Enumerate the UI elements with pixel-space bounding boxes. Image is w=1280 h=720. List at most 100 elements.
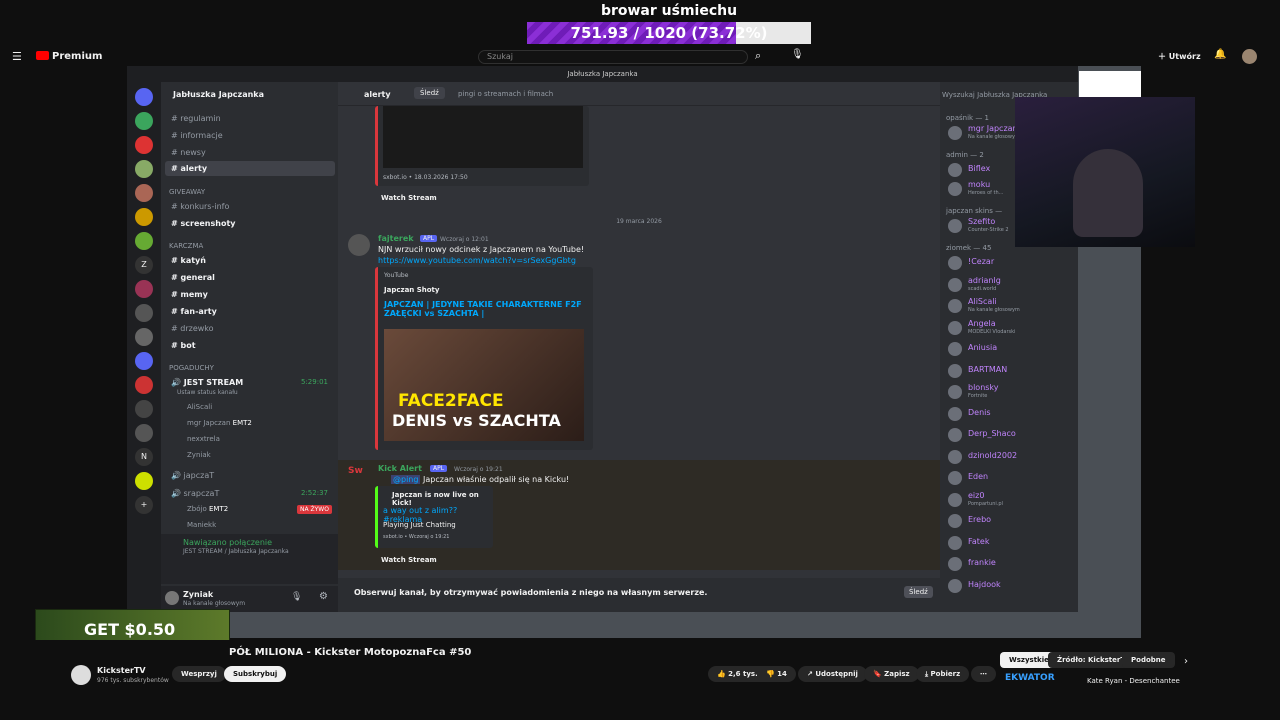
watch-stream-button[interactable]: Watch Stream xyxy=(381,194,437,202)
more-button[interactable]: ⋯ xyxy=(971,666,996,682)
category-karczma[interactable]: KARCZMA xyxy=(169,242,203,250)
channel-bot[interactable]: # bot xyxy=(171,341,196,350)
search-icon[interactable]: ⌕ xyxy=(755,49,761,63)
member-name[interactable]: Fatek xyxy=(968,537,989,546)
voice-channel-jest-stream[interactable]: 🔊 JEST STREAM xyxy=(171,378,243,387)
channel-screenshoty[interactable]: # screenshoty xyxy=(171,219,236,228)
embed-author[interactable]: Japczan Shoty xyxy=(384,286,439,294)
avatar[interactable] xyxy=(948,342,962,356)
bell-icon[interactable]: 🔔 xyxy=(1214,49,1226,60)
voice-user[interactable]: nexxtrela xyxy=(187,435,220,443)
channel-fan-arty[interactable]: # fan-arty xyxy=(171,307,217,316)
avatar[interactable] xyxy=(948,449,962,464)
voice-user[interactable]: Zbójo EMT2 xyxy=(187,505,228,513)
channel-general[interactable]: # general xyxy=(171,273,215,282)
avatar[interactable] xyxy=(1242,49,1257,64)
mic-icon[interactable]: 🎙 xyxy=(791,49,804,60)
avatar[interactable] xyxy=(948,385,962,399)
avatar[interactable] xyxy=(948,428,962,442)
voice-user[interactable]: mgr Japczan EMT2 xyxy=(187,419,252,427)
embed-image[interactable] xyxy=(383,106,583,168)
member-name[interactable]: Aniusia xyxy=(968,343,997,352)
avatar[interactable] xyxy=(948,299,962,313)
follow-button[interactable]: Śledź xyxy=(414,87,445,99)
avatar[interactable] xyxy=(948,406,962,421)
avatar[interactable] xyxy=(948,578,962,593)
share-button[interactable]: ↗ Udostępnij xyxy=(798,666,867,682)
create-button[interactable]: ＋ Utwórz xyxy=(1158,51,1201,62)
connection-status[interactable]: Nawiązano połączenie xyxy=(183,538,272,547)
embed-title[interactable]: JAPCZAN | JEDYNE TAKIE CHARAKTERNE F2F Z… xyxy=(384,300,584,318)
server-icon[interactable] xyxy=(135,376,153,394)
avatar[interactable] xyxy=(948,363,962,378)
mic-icon[interactable]: 🎙 xyxy=(291,592,302,602)
server-icon[interactable] xyxy=(135,328,153,346)
server-icon[interactable]: Z xyxy=(135,256,153,274)
message-link[interactable]: https://www.youtube.com/watch?v=srSexGgG… xyxy=(378,256,576,265)
member-name[interactable]: adrianlg xyxy=(968,276,1001,285)
server-icon[interactable] xyxy=(135,112,153,130)
voice-status[interactable]: Ustaw status kanału xyxy=(177,389,238,396)
member-name[interactable]: Eden xyxy=(968,472,988,481)
chevron-right-icon[interactable]: › xyxy=(1184,656,1188,667)
channel-konkurs-info[interactable]: # konkurs-info xyxy=(171,202,229,211)
server-icon[interactable] xyxy=(135,424,153,442)
avatar[interactable] xyxy=(948,492,962,507)
server-name[interactable]: Jabłuszka Japczanka xyxy=(173,90,264,99)
channel-avatar[interactable] xyxy=(71,665,91,685)
server-icon[interactable] xyxy=(135,280,153,298)
avatar[interactable] xyxy=(165,591,179,605)
member-name[interactable]: Biflex xyxy=(968,164,990,173)
download-button[interactable]: ⤓ Pobierz xyxy=(916,666,970,682)
member-name[interactable]: Erebo xyxy=(968,515,991,524)
message-author[interactable]: Kick Alert xyxy=(378,464,422,473)
avatar[interactable] xyxy=(948,256,962,270)
server-icon[interactable] xyxy=(135,136,153,154)
search-input[interactable]: Szukaj xyxy=(478,50,748,64)
category-pogaduchy[interactable]: POGADUCHY xyxy=(169,364,214,372)
dislike-button[interactable]: 👎 14 xyxy=(757,666,796,682)
avatar[interactable] xyxy=(948,219,962,233)
member-name[interactable]: dzinold2002 xyxy=(968,451,1017,460)
member-name[interactable]: Szefito xyxy=(968,217,995,226)
settings-icon[interactable]: ⚙ xyxy=(319,591,328,602)
subscribe-button[interactable]: Subskrybuj xyxy=(224,666,287,682)
menu-icon[interactable]: ☰ xyxy=(12,50,22,63)
watch-stream-button[interactable]: Watch Stream xyxy=(381,556,437,564)
member-name[interactable]: AliScali xyxy=(968,297,997,306)
self-username[interactable]: Zyniak xyxy=(183,590,213,599)
channel-name[interactable]: KicksterTV xyxy=(97,666,146,675)
add-server-icon[interactable]: + xyxy=(135,496,153,514)
next-video-title[interactable]: Kate Ryan - Desenchantee xyxy=(1087,677,1180,685)
voice-channel-srapczat[interactable]: 🔊 srapczaT xyxy=(171,489,219,498)
avatar[interactable] xyxy=(948,163,962,177)
server-icon[interactable] xyxy=(135,472,153,490)
member-name[interactable]: blonsky xyxy=(968,383,999,392)
server-icon[interactable] xyxy=(135,184,153,202)
avatar[interactable] xyxy=(948,471,962,485)
server-icon[interactable] xyxy=(135,208,153,226)
message-author[interactable]: fajterek xyxy=(378,234,414,243)
member-name[interactable]: BARTMAN xyxy=(968,365,1007,374)
member-name[interactable]: Derp_Shaco xyxy=(968,429,1016,438)
follow-button[interactable]: Śledź xyxy=(904,586,933,598)
channel-newsy[interactable]: # newsy xyxy=(171,148,206,157)
member-name[interactable]: Hajdook xyxy=(968,580,1001,589)
server-icon[interactable]: N xyxy=(135,448,153,466)
server-icon[interactable] xyxy=(135,400,153,418)
channel-alerty[interactable]: # alerty xyxy=(165,161,335,176)
member-name[interactable]: eiz0 xyxy=(968,491,984,500)
youtube-logo[interactable]: Premium xyxy=(36,51,102,62)
save-button[interactable]: 🔖 Zapisz xyxy=(864,666,919,682)
avatar[interactable] xyxy=(948,514,962,528)
server-icon[interactable] xyxy=(135,304,153,322)
member-name[interactable]: Angela xyxy=(968,319,996,328)
server-icon[interactable] xyxy=(135,88,153,106)
member-name[interactable]: mgr Japczan xyxy=(968,124,1018,133)
server-icon[interactable] xyxy=(135,160,153,178)
channel-drzewko[interactable]: # drzewko xyxy=(171,324,214,333)
voice-user[interactable]: AliScali xyxy=(187,403,212,411)
channel-regulamin[interactable]: # regulamin xyxy=(171,114,221,123)
server-icon[interactable] xyxy=(135,232,153,250)
voice-channel-japczat[interactable]: 🔊 japczaT xyxy=(171,471,214,480)
